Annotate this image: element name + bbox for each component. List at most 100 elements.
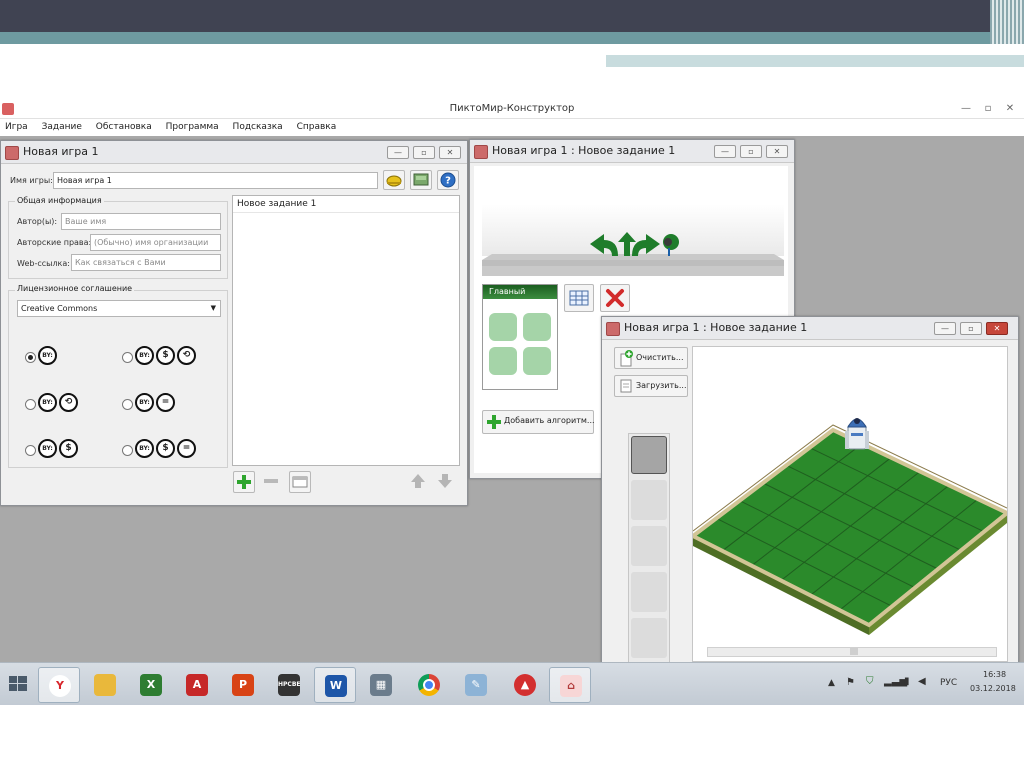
environment-scene[interactable] [692, 346, 1008, 662]
robot-program-slot-active[interactable] [631, 436, 667, 474]
cc-nc-icon: $ [156, 439, 175, 458]
help-button[interactable]: ? [437, 170, 459, 190]
algorithm-main[interactable]: Главный [482, 284, 558, 390]
license-radio-by[interactable] [25, 352, 36, 363]
load-button[interactable]: Загрузить... [614, 375, 688, 397]
move-task-up-button[interactable] [408, 471, 428, 491]
taskbar-paint[interactable]: ✎ [455, 667, 495, 701]
table-icon [569, 290, 589, 306]
task-list[interactable]: Новое задание 1 [232, 195, 460, 466]
shield-icon[interactable]: ⛉ [866, 676, 874, 687]
task-window-title: Новая игра 1 : Новое задание 1 [492, 144, 676, 157]
yandex-icon: Y [49, 675, 71, 697]
game-name-input[interactable]: Новая игра 1 [53, 172, 378, 189]
taskbar-powerpoint[interactable]: P [222, 667, 262, 701]
new-page-icon [620, 350, 633, 367]
task-list-item[interactable]: Новое задание 1 [233, 196, 459, 213]
environment-window-icon [606, 322, 620, 336]
task-window-close[interactable]: ✕ [766, 145, 788, 158]
algorithm-slot[interactable] [489, 313, 517, 341]
task-window-minimize[interactable]: — [714, 145, 736, 158]
app-minimize-button[interactable]: — [958, 102, 974, 115]
taskbar-chrome[interactable] [408, 667, 448, 701]
scrollbar-thumb[interactable] [850, 648, 858, 655]
svg-text:?: ? [445, 176, 451, 187]
taskbar-acrobat[interactable]: A [176, 667, 216, 701]
app-close-button[interactable]: ✕ [1002, 102, 1018, 115]
clock-time[interactable]: 16:38 [983, 670, 1006, 679]
cc-nc-icon: $ [156, 346, 175, 365]
language-indicator[interactable]: РУС [940, 678, 957, 688]
battery-icon[interactable]: ▮ [904, 676, 910, 687]
app-title: ПиктоМир-Конструктор [449, 103, 575, 114]
taskbar-file-explorer[interactable] [84, 667, 124, 701]
menu-bar: Игра Задание Обстановка Программа Подска… [0, 119, 1024, 136]
windows-taskbar: Y X A P HPCBE W ▦ ✎ ▲ ⌂ ▲ ⚑ ⛉ ▂▃▅ ▮ ◀ РУ… [0, 662, 1024, 705]
menu-hint[interactable]: Подсказка [228, 119, 289, 136]
environment-window-close[interactable]: ✕ [986, 322, 1008, 335]
table-button[interactable] [564, 284, 594, 312]
menu-task[interactable]: Задание [37, 119, 88, 136]
menu-program[interactable]: Программа [161, 119, 225, 136]
license-radio-by-nd[interactable] [122, 399, 133, 410]
menu-game[interactable]: Игра [0, 119, 34, 136]
windows-start-icon[interactable] [8, 675, 28, 693]
game-name-label: Имя игры: [10, 176, 53, 185]
author-input[interactable]: Ваше имя [61, 213, 221, 230]
algorithm-slot[interactable] [523, 347, 551, 375]
add-task-button[interactable] [233, 471, 255, 493]
robot-program-slot[interactable] [631, 480, 667, 520]
taskbar-piktomir[interactable]: ⌂ [549, 667, 591, 703]
game-window-close[interactable]: ✕ [439, 146, 461, 159]
environment-window-minimize[interactable]: — [934, 322, 956, 335]
game-window-titlebar: Новая игра 1 — ▫ ✕ [1, 141, 467, 164]
horizontal-scrollbar[interactable] [707, 647, 997, 657]
move-task-down-button[interactable] [435, 471, 455, 491]
robot-icon[interactable] [845, 418, 869, 450]
delete-button[interactable] [600, 284, 630, 312]
license-radio-by-nc-nd[interactable] [122, 445, 133, 456]
robot-program-slot[interactable] [631, 526, 667, 566]
environment-window-restore[interactable]: ▫ [960, 322, 982, 335]
license-legend: Лицензионное соглашение [15, 284, 135, 293]
game-window-minimize[interactable]: — [387, 146, 409, 159]
add-algorithm-button[interactable]: Добавить алгоритм... [482, 410, 595, 434]
rights-input[interactable]: (Обычно) имя организации [90, 234, 221, 251]
menu-environment[interactable]: Обстановка [91, 119, 158, 136]
taskbar-calculator[interactable]: ▦ [360, 667, 400, 701]
robot-program-slot[interactable] [631, 618, 667, 658]
slide-stripes [990, 0, 1024, 44]
license-radio-by-nc-sa[interactable] [122, 352, 133, 363]
algorithm-slot[interactable] [489, 347, 517, 375]
remove-task-button[interactable] [261, 471, 281, 491]
turn-right-icon[interactable] [632, 234, 660, 256]
picture-button[interactable] [410, 170, 432, 190]
robot-program-slot[interactable] [631, 572, 667, 612]
menu-help[interactable]: Справка [292, 119, 343, 136]
taskbar-word[interactable]: W [314, 667, 356, 703]
algorithm-slot[interactable] [523, 313, 551, 341]
license-radio-by-nc[interactable] [25, 445, 36, 456]
helmet-icon [386, 175, 402, 187]
clock-date[interactable]: 03.12.2018 [970, 684, 1016, 693]
task-properties-button[interactable] [289, 471, 311, 493]
taskbar-excel[interactable]: X [130, 667, 170, 701]
volume-icon[interactable]: ◀ [918, 676, 926, 687]
app-maximize-button[interactable]: ▫ [980, 102, 996, 115]
task-window-restore[interactable]: ▫ [740, 145, 762, 158]
hint-button[interactable] [383, 170, 405, 190]
license-select[interactable]: Creative Commons ▼ [17, 300, 221, 317]
taskbar-app-red[interactable]: ▲ [504, 667, 544, 701]
license-radio-by-sa[interactable] [25, 399, 36, 410]
word-icon: W [325, 675, 347, 697]
flag-icon[interactable]: ⚑ [846, 677, 855, 688]
turn-left-icon[interactable] [590, 234, 618, 256]
taskbar-yandex-browser[interactable]: Y [38, 667, 80, 703]
taskbar-hpcbe[interactable]: HPCBE [268, 667, 308, 701]
clear-button[interactable]: Очистить... [614, 347, 688, 369]
web-input[interactable]: Как связаться с Вами [71, 254, 221, 271]
tray-expand-icon[interactable]: ▲ [828, 678, 835, 688]
environment-window-titlebar: Новая игра 1 : Новое задание 1 — ▫ ✕ [602, 317, 1018, 340]
game-window-restore[interactable]: ▫ [413, 146, 435, 159]
excel-icon: X [140, 674, 162, 696]
